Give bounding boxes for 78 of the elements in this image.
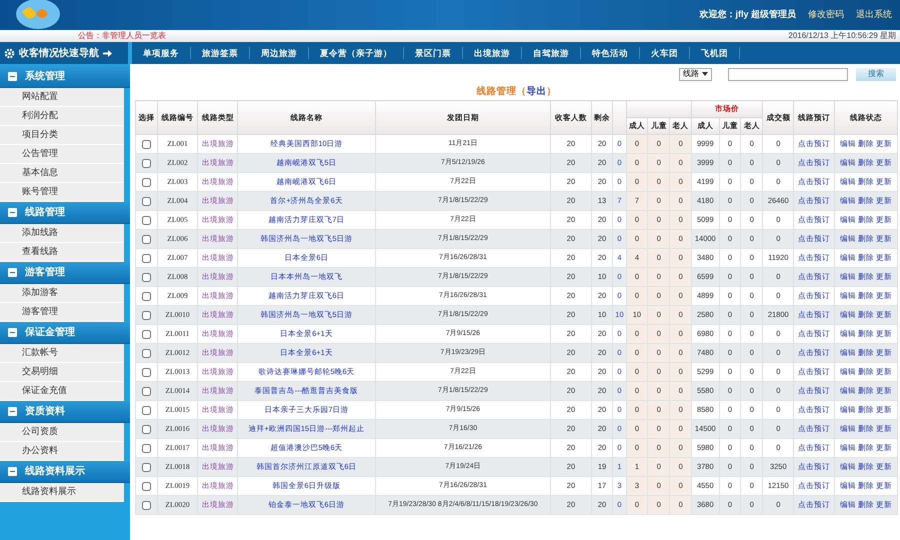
gear-icon — [4, 48, 15, 58]
collapse-icon — [8, 208, 17, 217]
sidebar-item[interactable]: 网站配置 — [0, 88, 124, 107]
export-link[interactable]: 导出 — [526, 86, 546, 97]
group-title: 线路管理 — [25, 206, 65, 220]
row-checkbox[interactable] — [142, 292, 151, 301]
row-checkbox[interactable] — [142, 234, 151, 244]
sidebar-item[interactable]: 利润分配 — [0, 107, 124, 126]
row-checkbox[interactable] — [142, 348, 151, 358]
sidebar-group-header[interactable]: 系统管理 — [0, 66, 130, 88]
sidebar-item[interactable]: 保证金充值 — [0, 382, 124, 401]
row-checkbox[interactable] — [142, 406, 151, 415]
row-checkbox[interactable] — [142, 216, 151, 225]
row-checkbox[interactable] — [142, 330, 151, 339]
notice-text: 公告：非管理人员一览表 — [78, 30, 166, 42]
sidebar-title-text: 收客情况快速导航 — [19, 46, 99, 60]
sidebar-item[interactable]: 添加线路 — [0, 224, 124, 243]
sidebar-group-header[interactable]: 线路管理 — [0, 202, 130, 224]
row-checkbox[interactable] — [142, 310, 151, 320]
row-checkbox[interactable] — [142, 140, 151, 149]
nav-link[interactable]: 单项服务 — [132, 46, 191, 60]
arrow-icon — [103, 50, 112, 56]
sidebar-item[interactable]: 基本信息 — [0, 164, 124, 183]
row-checkbox[interactable] — [142, 444, 151, 453]
sidebar-group-header[interactable]: 线路资料展示 — [0, 461, 130, 483]
row-checkbox[interactable] — [142, 272, 151, 282]
header-link[interactable]: 修改密码 — [808, 8, 844, 22]
sidebar-item[interactable]: 公司资质 — [0, 423, 124, 442]
group-title: 游客管理 — [25, 265, 65, 280]
search-input[interactable] — [728, 68, 848, 80]
filter-select[interactable]: 线路 — [679, 68, 712, 80]
date-time: 2016/12/13 上午10:56:29 星期 — [788, 30, 896, 42]
nav-link[interactable]: 景区门票 — [404, 46, 463, 60]
sidebar-item[interactable]: 账号管理 — [0, 183, 124, 202]
sidebar-item[interactable]: 游客管理 — [0, 303, 124, 322]
welcome-text: 欢迎您：jfly 超级管理员 — [699, 8, 796, 22]
sidebar-item[interactable]: 线路资料展示 — [0, 483, 124, 502]
group-title: 线路资料展示 — [25, 464, 85, 479]
search-button[interactable]: 搜索 — [856, 68, 896, 80]
sidebar-item[interactable]: 添加游客 — [0, 284, 124, 303]
nav-link[interactable]: 特色活动 — [581, 46, 640, 60]
collapse-icon — [8, 467, 17, 476]
header-link[interactable]: 退出系统 — [856, 8, 892, 22]
row-checkbox[interactable] — [142, 500, 151, 510]
sidebar-item[interactable]: 项目分类 — [0, 126, 124, 145]
sidebar-item[interactable]: 汇款帐号 — [0, 344, 124, 363]
group-title: 系统管理 — [25, 70, 65, 84]
group-title: 保证金管理 — [25, 326, 75, 340]
row-checkbox[interactable] — [142, 178, 151, 187]
nav-link[interactable]: 夏令营（亲子游） — [309, 46, 404, 60]
row-checkbox[interactable] — [142, 482, 151, 491]
sidebar-group-header[interactable]: 资质资料 — [0, 401, 130, 423]
row-checkbox[interactable] — [142, 368, 151, 377]
row-checkbox[interactable] — [142, 386, 151, 396]
collapse-icon — [8, 268, 17, 277]
nav-link[interactable]: 飞机团 — [690, 46, 740, 60]
caret-icon — [702, 72, 708, 76]
nav-link[interactable]: 旅游签票 — [191, 46, 250, 60]
row-checkbox[interactable] — [142, 254, 151, 263]
collapse-icon — [8, 407, 17, 416]
sidebar-item[interactable]: 查看线路 — [0, 243, 124, 262]
group-title: 资质资料 — [25, 404, 65, 419]
row-checkbox[interactable] — [142, 424, 151, 434]
page-title: 线路管理（导出） — [476, 84, 556, 99]
sidebar-item[interactable]: 公告管理 — [0, 145, 124, 164]
nav-link[interactable]: 自驾旅游 — [522, 46, 581, 60]
sidebar-group-header[interactable]: 游客管理 — [0, 262, 130, 284]
collapse-icon — [8, 328, 17, 337]
row-checkbox[interactable] — [142, 158, 151, 168]
nav-link[interactable]: 周边旅游 — [250, 46, 309, 60]
sidebar-item[interactable]: 办公资料 — [0, 442, 124, 461]
nav-link[interactable]: 出境旅游 — [463, 46, 522, 60]
sidebar-item[interactable]: 交易明细 — [0, 363, 124, 382]
collapse-icon — [8, 72, 17, 81]
nav-link[interactable]: 火车团 — [640, 46, 690, 60]
row-checkbox[interactable] — [142, 462, 151, 472]
row-checkbox[interactable] — [142, 196, 151, 206]
sidebar-group-header[interactable]: 保证金管理 — [0, 322, 130, 344]
